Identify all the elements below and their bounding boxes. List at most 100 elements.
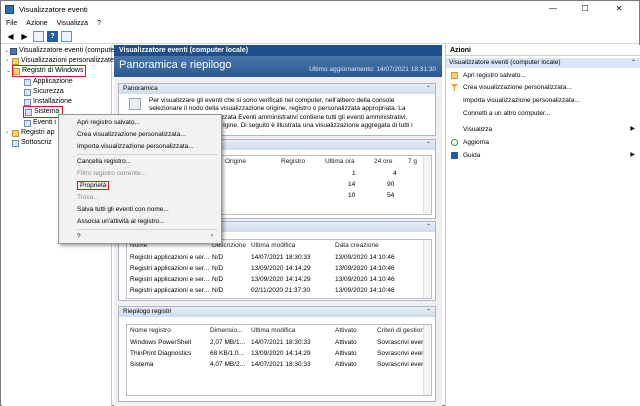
menu-item-save-all-events[interactable]: Salva tutti gli eventi con nome... — [59, 204, 221, 215]
table-cell: Attivato — [335, 361, 357, 368]
col-24-ore[interactable]: 24 ore — [374, 157, 392, 167]
window-title: Visualizzatore eventi — [19, 4, 88, 14]
tree-item-forwarded-events[interactable]: Eventi i — [24, 118, 56, 128]
log-summary-table: Nome registro Dimensio... Ultima modific… — [126, 324, 432, 396]
col-ultima-ora[interactable]: Ultima ora — [325, 157, 355, 167]
forward-icon[interactable]: ▶ — [19, 31, 30, 42]
table-cell: 4,07 MB/2... — [210, 361, 246, 368]
menu-item-open-saved-log[interactable]: Apri registro salvato... — [59, 117, 221, 128]
submenu-arrow-icon: ▶ — [630, 152, 635, 158]
table-cell: 13/09/2020 14:14:29 — [251, 276, 311, 283]
actions-section-header[interactable]: Visualizzatore eventi (computer locale) ⌃ — [446, 58, 640, 68]
menu-item-filter-log: Filtro registro corrente... — [77, 170, 146, 177]
table-row[interactable]: Registri applicazioni e ser... N/D 14/07/2… — [127, 253, 427, 263]
recent-scrollbar[interactable] — [423, 240, 431, 298]
action-connect-computer[interactable]: Connetti a un altro computer... — [446, 108, 640, 119]
table-row[interactable]: Registri applicazioni e ser... N/D 13/09/2… — [127, 275, 427, 285]
recent-views-table: Nome Descrizione Ultima modifica Data cr… — [126, 239, 432, 299]
table-cell: 14 — [348, 181, 356, 188]
tree-item-windows-logs[interactable]: ⌄ Registri di Windows — [6, 65, 87, 77]
col-criteri[interactable]: Criteri di gestion — [377, 326, 424, 336]
refresh-icon — [451, 139, 458, 146]
chevron-up-icon[interactable]: ⌃ — [631, 58, 636, 68]
table-cell: 13/09/2020 14:10:46 — [335, 287, 395, 294]
menu-item-import-custom-view[interactable]: Importa visualizzazione personalizzata..… — [59, 141, 221, 152]
folder-icon — [12, 129, 19, 137]
menu-item-help[interactable]: ? › — [59, 231, 221, 242]
action-open-saved-log[interactable]: Apri registro salvato... — [446, 70, 640, 81]
help-icon — [451, 152, 458, 159]
tree-item-security[interactable]: Sicurezza — [24, 87, 64, 97]
col-dimensione[interactable]: Dimensio... — [210, 326, 243, 336]
table-row[interactable]: Windows PowerShell 2,07 MB/1... 14/07/2021… — [127, 338, 427, 348]
menu-item-clear-log[interactable]: Cancella registro... — [59, 156, 221, 167]
col-registro[interactable]: Registro — [281, 157, 305, 167]
menu-item-properties[interactable]: Proprietà — [59, 180, 221, 191]
menu-azione[interactable]: Azione — [26, 20, 47, 27]
console-tree-icon[interactable] — [33, 30, 44, 42]
subscription-icon — [12, 139, 19, 147]
table-cell: 14/07/2021 18:30:33 — [251, 339, 311, 346]
table-cell: 4 — [393, 170, 397, 177]
tree-item-apps-services[interactable]: › Registri ap — [6, 128, 54, 138]
menu-separator — [77, 229, 217, 230]
chevron-up-icon[interactable]: ⌃ — [426, 222, 431, 232]
action-help[interactable]: Guida ▶ — [446, 150, 640, 161]
action-import-custom-view[interactable]: Importa visualizzazione personalizzata..… — [446, 95, 640, 106]
windows-logs-highlight: Registri di Windows — [12, 65, 87, 77]
table-cell: Sovrascrivi even — [377, 361, 425, 368]
action-refresh[interactable]: Aggiorna — [446, 137, 640, 148]
table-cell: 02/11/2020 21:37:30 — [251, 287, 311, 294]
col-ultima-modifica[interactable]: Ultima modifica — [251, 241, 295, 251]
center-header: Visualizzatore eventi (computer locale) — [114, 45, 442, 56]
table-cell: Sistema — [130, 361, 154, 368]
back-icon[interactable]: ◀ — [5, 31, 16, 42]
log-icon — [24, 78, 31, 86]
col-7-giorni[interactable]: 7 g — [408, 157, 417, 167]
table-cell: 13/09/2020 14:14:29 — [251, 350, 311, 357]
chevron-up-icon[interactable]: ⌃ — [426, 140, 431, 150]
log-summary-section-header[interactable]: Riepilogo registri ⌃ — [119, 307, 435, 317]
menu-item-attach-task[interactable]: Associa un'attività al registro... — [59, 216, 221, 227]
tree-item-application[interactable]: Applicazione — [24, 77, 73, 87]
table-cell: 1 — [352, 170, 356, 177]
menu-item-create-custom-view[interactable]: Crea visualizzazione personalizzata... — [59, 129, 221, 140]
context-menu: Apri registro salvato... Crea visualizza… — [58, 114, 222, 244]
overview-section-header[interactable]: Panoramica ⌃ — [119, 84, 435, 94]
folder-icon — [13, 67, 20, 75]
table-cell: N/D — [212, 276, 224, 283]
table-row[interactable]: Registri applicazioni e ser... N/D 02/11/2… — [127, 286, 427, 296]
table-cell: 2,07 MB/1... — [210, 339, 246, 346]
open-folder-icon — [451, 72, 458, 79]
actions-pane: Azioni Visualizzatore eventi (computer l… — [445, 45, 640, 406]
table-row[interactable]: Sistema 4,07 MB/2... 14/07/2021 18:30:33 At… — [127, 360, 427, 370]
menu-file[interactable]: File — [6, 20, 17, 27]
table-cell: 13/09/2020 14:10:46 — [335, 265, 395, 272]
last-update: Ultimo aggiornamento: 14/07/2021 18:31:3… — [309, 66, 436, 73]
summary-scrollbar[interactable] — [423, 156, 431, 214]
col-data-creazione[interactable]: Data creazione — [335, 241, 379, 251]
action-pane-icon[interactable] — [61, 30, 72, 42]
table-cell: Registri applicazioni e ser... — [130, 287, 210, 294]
log-summary-scrollbar[interactable] — [423, 325, 431, 395]
maximize-button[interactable]: ☐ — [573, 1, 597, 17]
table-cell: Windows PowerShell — [130, 339, 192, 346]
col-origine[interactable]: Origine — [225, 157, 246, 167]
table-row[interactable]: Registri applicazioni e ser... N/D 13/09/2… — [127, 264, 427, 274]
close-button[interactable]: ✕ — [607, 1, 631, 17]
minimize-button[interactable]: — — [541, 1, 565, 17]
tree-item-root[interactable]: ⌄ Visualizzatore eventi (computer — [4, 46, 117, 56]
menu-help[interactable]: ? — [97, 20, 101, 27]
action-create-custom-view[interactable]: Crea visualizzazione personalizzata... — [446, 82, 640, 93]
chevron-up-icon[interactable]: ⌃ — [426, 84, 431, 94]
menu-visualizza[interactable]: Visualizza — [57, 20, 88, 27]
col-nome-registro[interactable]: Nome registro — [130, 326, 171, 336]
col-ultima-modifica[interactable]: Ultima modifica — [251, 326, 295, 336]
action-view[interactable]: Visualizza ▶ — [446, 124, 640, 135]
col-attivato[interactable]: Attivato — [335, 326, 357, 336]
chevron-up-icon[interactable]: ⌃ — [426, 307, 431, 317]
help-icon[interactable]: ? — [47, 30, 58, 42]
tree-item-subscriptions[interactable]: Sottoscriz — [12, 138, 52, 148]
table-cell: Attivato — [335, 339, 357, 346]
table-row[interactable]: ThinPrint Diagnostics 68 KB/1,0... 13/09/2… — [127, 349, 427, 359]
